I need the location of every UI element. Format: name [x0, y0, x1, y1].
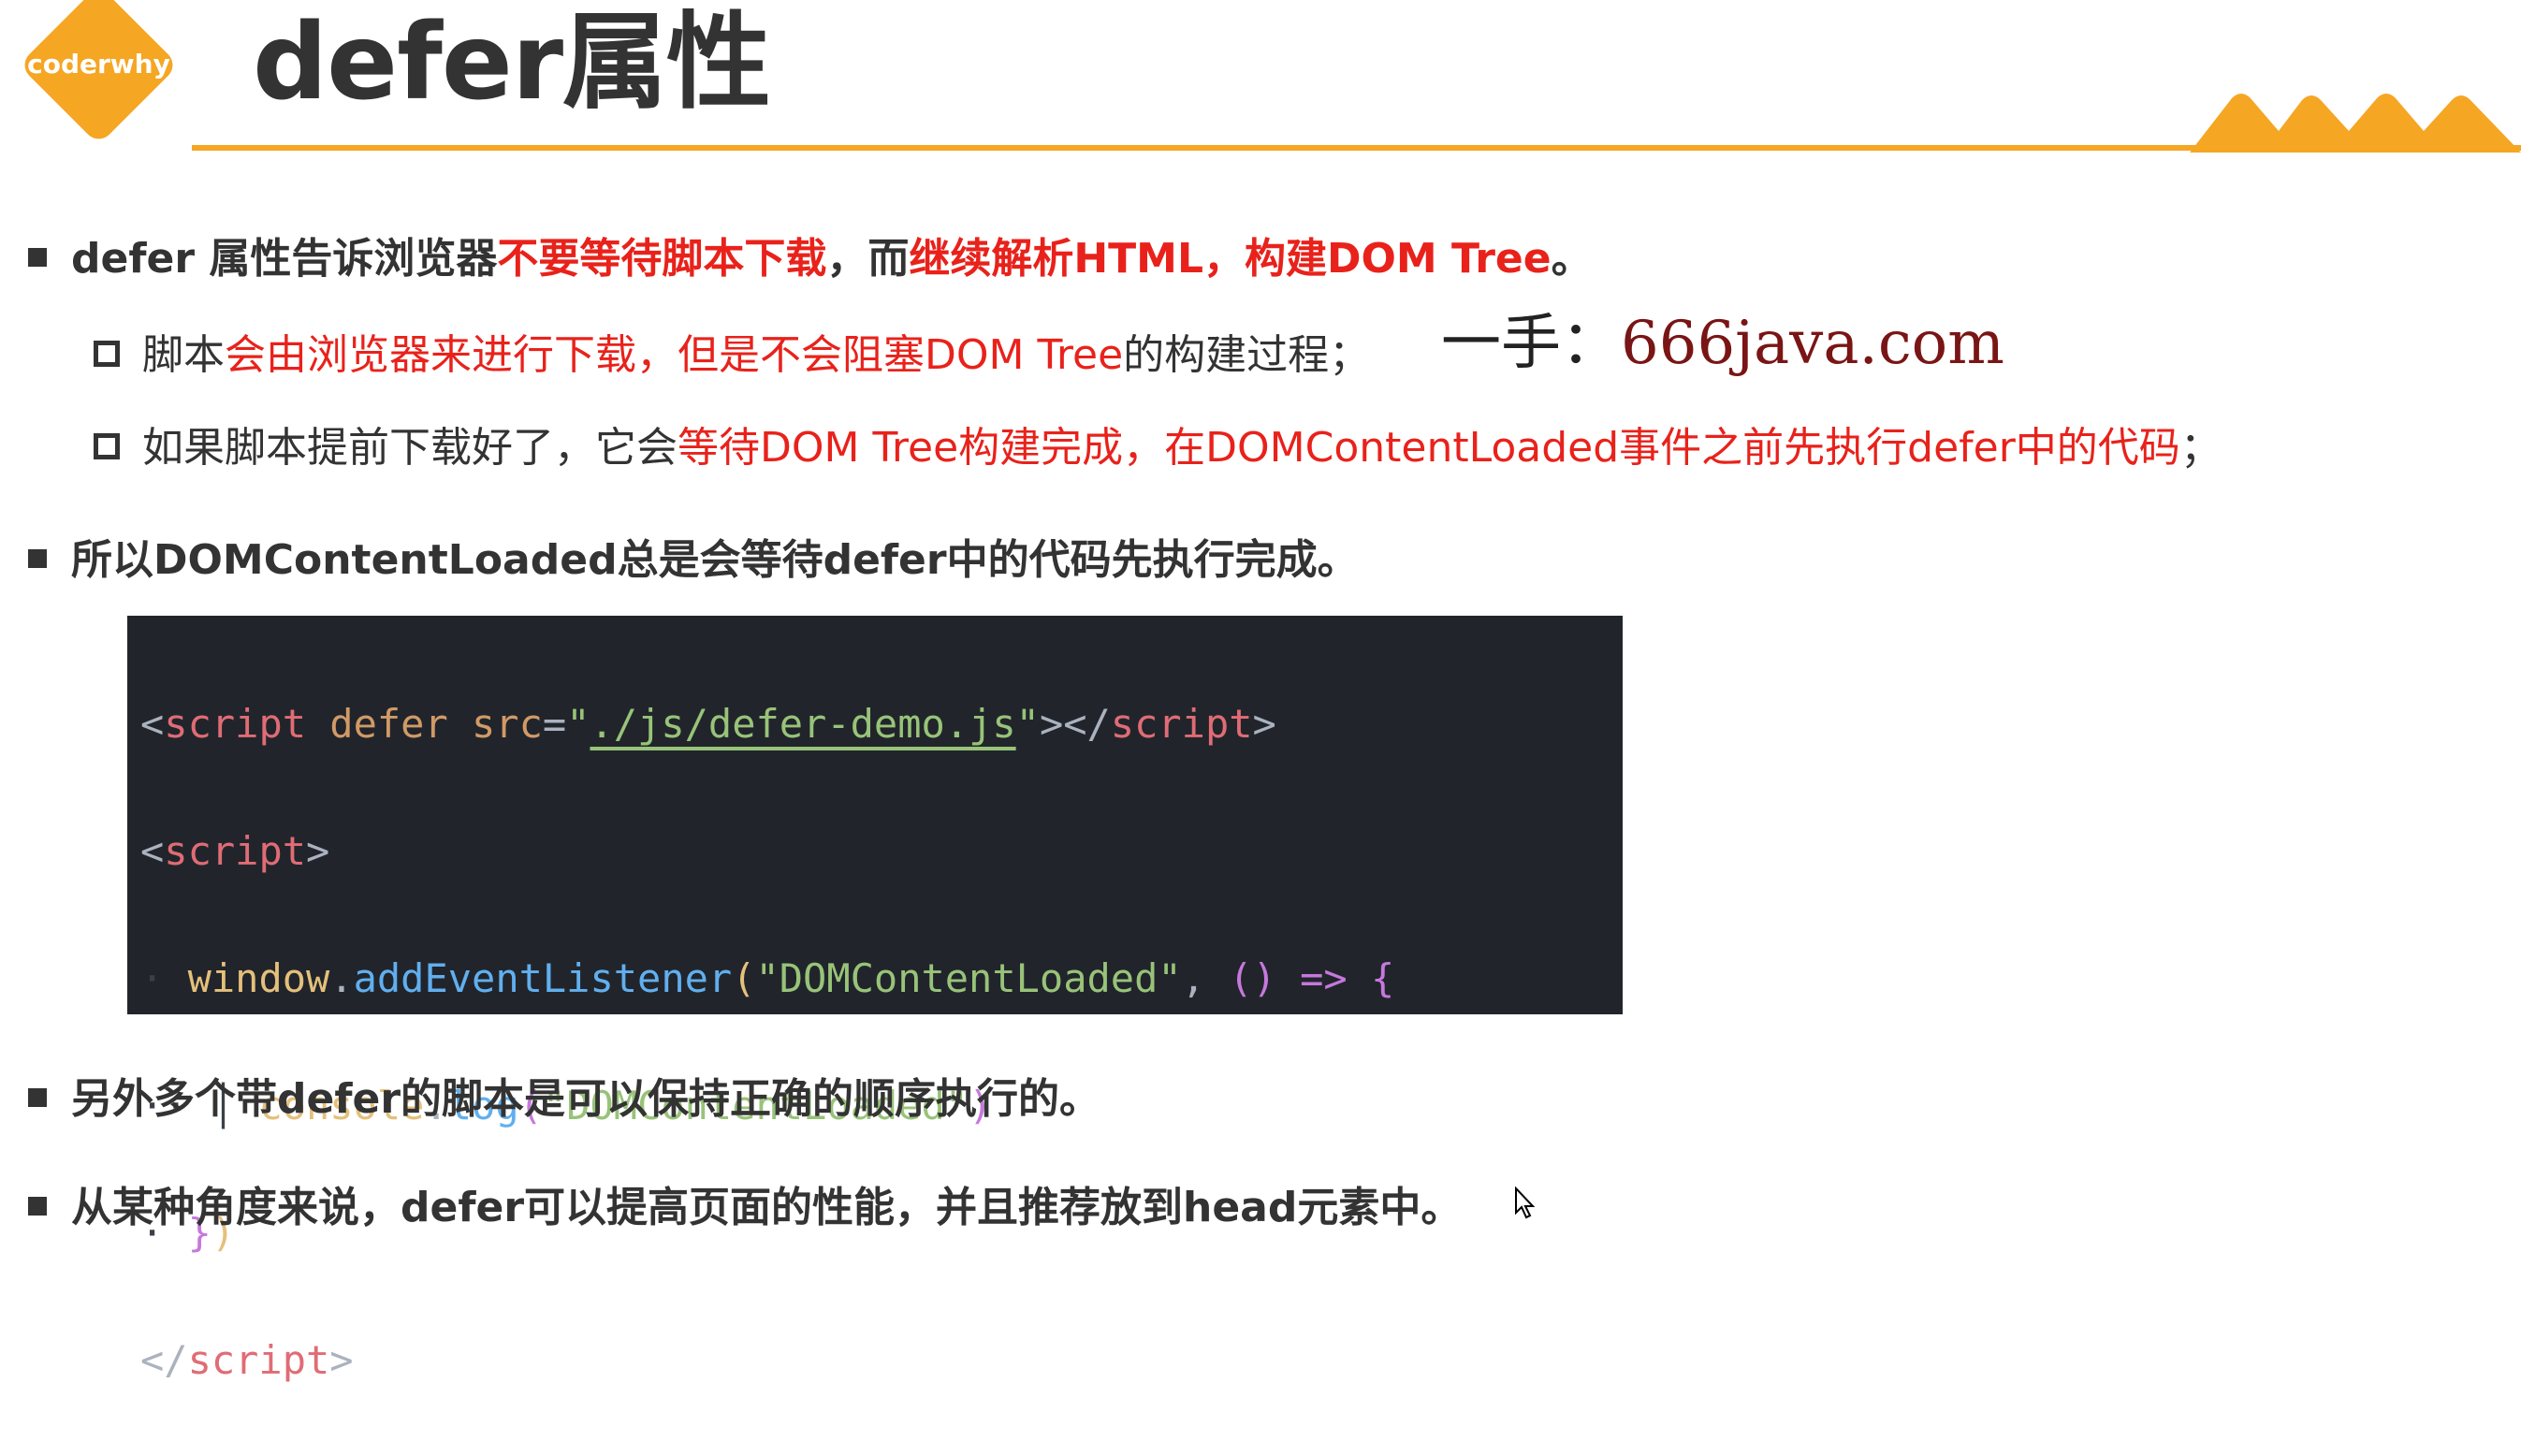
bullet-square-icon — [28, 1088, 47, 1107]
sub-bullet-2-highlight: 等待DOM Tree构建完成，在DOMContentLoaded事件之前先执行d… — [678, 424, 2180, 472]
sub-bullet-1-text-b: 的构建过程； — [1123, 331, 1371, 379]
bullet-1-text-c: 。 — [1551, 235, 1593, 283]
title-underline — [192, 145, 2521, 151]
watermark: 一手：666java.com — [1441, 295, 2004, 381]
bullet-square-icon — [28, 248, 47, 267]
logo-text: coderwhy — [27, 49, 170, 80]
code-block: <script defer src="./js/defer-demo.js"><… — [127, 616, 1623, 1383]
bullet-1-highlight-b: 继续解析HTML，构建DOM Tree — [909, 235, 1552, 283]
bullet-1-text-b: ，而 — [826, 235, 910, 283]
bullet-square-icon — [28, 549, 47, 568]
sub-bullet-1: 脚本会由浏览器来进行下载，但是不会阻塞DOM Tree的构建过程； — [94, 321, 1370, 381]
code-line-3: · window.addEventListener("DOMContentLoa… — [140, 955, 1395, 1001]
mountains-decoration — [2190, 94, 2521, 153]
code-line-1: <script defer src="./js/defer-demo.js"><… — [140, 701, 1276, 747]
sub-bullet-1-text-a: 脚本 — [142, 331, 225, 379]
code-line-6: </script> — [140, 1337, 354, 1383]
script-src-link[interactable]: ./js/defer-demo.js — [590, 701, 1015, 747]
bullet-4: 从某种角度来说，defer可以提高页面的性能，并且推荐放到head元素中。 — [28, 1173, 1462, 1233]
bullet-square-icon — [28, 1197, 47, 1216]
mouse-cursor-icon — [1515, 1187, 1536, 1219]
bullet-2-text: 所以DOMContentLoaded总是会等待defer中的代码先执行完成。 — [71, 536, 1359, 584]
sub-bullet-2: 如果脚本提前下载好了，它会等待DOM Tree构建完成，在DOMContentL… — [94, 414, 2222, 473]
bullet-1-text-a: defer 属性告诉浏览器 — [71, 235, 498, 283]
bullet-4-text: 从某种角度来说，defer可以提高页面的性能，并且推荐放到head元素中。 — [71, 1184, 1463, 1231]
bullet-1: defer 属性告诉浏览器不要等待脚本下载，而继续解析HTML，构建DOM Tr… — [28, 225, 1593, 284]
slide-title: defer属性 — [253, 2, 771, 124]
hollow-square-icon — [94, 433, 120, 459]
sub-bullet-1-highlight: 会由浏览器来进行下载，但是不会阻塞DOM Tree — [225, 331, 1124, 379]
coderwhy-logo: coderwhy — [17, 0, 181, 147]
code-line-2: <script> — [140, 828, 330, 874]
watermark-site: 666java.com — [1621, 309, 2004, 378]
bullet-3: 另外多个带defer的脚本是可以保持正确的顺序执行的。 — [28, 1065, 1100, 1125]
sub-bullet-2-text-b: ； — [2179, 424, 2222, 472]
watermark-prefix: 一手： — [1441, 309, 1621, 378]
hollow-square-icon — [94, 341, 120, 367]
bullet-1-highlight-a: 不要等待脚本下载 — [497, 235, 827, 283]
bullet-2: 所以DOMContentLoaded总是会等待defer中的代码先执行完成。 — [28, 526, 1359, 586]
bullet-3-text: 另外多个带defer的脚本是可以保持正确的顺序执行的。 — [71, 1075, 1101, 1123]
sub-bullet-2-text-a: 如果脚本提前下载好了，它会 — [142, 424, 678, 472]
